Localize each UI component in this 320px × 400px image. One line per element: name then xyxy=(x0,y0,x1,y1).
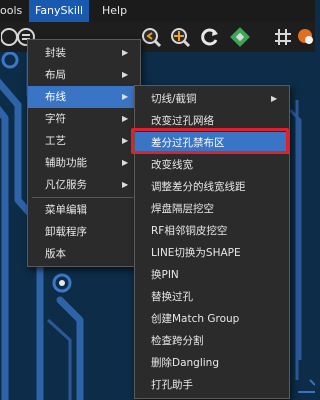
menu-item-process[interactable]: 工艺 ▶ xyxy=(28,130,140,152)
submenu-item-pad-layer-void[interactable]: 焊盘隔层挖空 xyxy=(135,198,289,220)
menu-item-label: 换PIN xyxy=(151,269,179,281)
submenu-item-rf-copper-void[interactable]: RF相邻铜皮挖空 xyxy=(135,220,289,242)
menu-item-label: 工艺 xyxy=(45,135,66,147)
menu-fanyskill[interactable]: FanySkill xyxy=(29,0,90,22)
menu-item-label: 辅助功能 xyxy=(45,157,87,169)
menu-item-label: 布局 xyxy=(45,69,66,81)
color-palette-icon[interactable] xyxy=(294,25,318,49)
submenu-item-replace-via[interactable]: 替换过孔 xyxy=(135,286,289,308)
menu-item-routing[interactable]: 布线 ▶ xyxy=(28,86,140,108)
zoom-fit-icon[interactable] xyxy=(168,25,192,49)
menu-item-label: 版本 xyxy=(45,248,66,260)
menu-item-placement[interactable]: 布局 ▶ xyxy=(28,64,140,86)
menu-item-label: 字符 xyxy=(45,113,66,125)
callout-highlight-box xyxy=(131,128,289,154)
menu-item-label: 菜单编辑 xyxy=(45,204,87,216)
submenu-item-cut-line[interactable]: 切线/截铜 ▶ xyxy=(135,88,289,110)
menu-item-label: RF相邻铜皮挖空 xyxy=(151,225,228,237)
menu-item-uninstall[interactable]: 卸载程序 xyxy=(28,221,140,243)
menu-item-footprint[interactable]: 封装 ▶ xyxy=(28,42,140,64)
menu-item-version[interactable]: 版本 xyxy=(28,243,140,265)
submenu-item-check-split[interactable]: 检查跨分割 xyxy=(135,330,289,352)
menu-bar: ools FanySkill Help xyxy=(0,0,315,23)
menu-item-label: 切线/截铜 xyxy=(151,93,197,105)
menu-tools[interactable]: ools xyxy=(0,0,28,22)
submenu-item-line-to-shape[interactable]: LINE切换为SHAPE xyxy=(135,242,289,264)
menu-item-label: 调整差分的线宽线距 xyxy=(151,181,246,193)
fanyskill-menu: 封装 ▶ 布局 ▶ 布线 ▶ 字符 ▶ 工艺 ▶ 辅助功能 ▶ 凡亿服务 ▶ 菜… xyxy=(27,39,141,267)
menu-item-label: 焊盘隔层挖空 xyxy=(151,203,214,215)
submenu-arrow-icon: ▶ xyxy=(122,48,129,57)
submenu-item-adjust-diff-width[interactable]: 调整差分的线宽线距 xyxy=(135,176,289,198)
menu-item-label: 创建Match Group xyxy=(151,313,240,325)
menu-item-auxiliary[interactable]: 辅助功能 ▶ xyxy=(28,152,140,174)
menu-item-fanyi-service[interactable]: 凡亿服务 ▶ xyxy=(28,174,140,196)
submenu-arrow-icon: ▶ xyxy=(122,70,129,79)
menu-help[interactable]: Help xyxy=(96,0,133,22)
zoom-previous-icon[interactable] xyxy=(139,25,163,49)
submenu-arrow-icon: ▶ xyxy=(122,180,129,189)
submenu-arrow-icon: ▶ xyxy=(271,94,278,103)
submenu-arrow-icon: ▶ xyxy=(122,136,129,145)
menu-item-label: 删除Dangling xyxy=(151,357,219,369)
menu-separator xyxy=(32,197,136,198)
menu-item-silkscreen[interactable]: 字符 ▶ xyxy=(28,108,140,130)
submenu-arrow-icon: ▶ xyxy=(122,92,129,101)
pcb-board-icon[interactable] xyxy=(228,25,252,49)
menu-item-label: 卸载程序 xyxy=(45,226,87,238)
submenu-arrow-icon: ▶ xyxy=(122,114,129,123)
submenu-item-delete-dangling[interactable]: 删除Dangling xyxy=(135,352,289,374)
menu-item-menu-edit[interactable]: 菜单编辑 xyxy=(28,199,140,221)
submenu-item-swap-pin[interactable]: 换PIN xyxy=(135,264,289,286)
submenu-item-via-helper[interactable]: 打孔助手 xyxy=(135,374,289,396)
menu-item-label: 布线 xyxy=(45,91,66,103)
menu-item-label: 封装 xyxy=(45,47,66,59)
grid-icon[interactable] xyxy=(271,25,295,49)
menu-item-label: 检查跨分割 xyxy=(151,335,204,347)
submenu-item-create-match-group[interactable]: 创建Match Group xyxy=(135,308,289,330)
submenu-item-change-width[interactable]: 改变线宽 xyxy=(135,154,289,176)
menu-item-label: 改变线宽 xyxy=(151,159,193,171)
refresh-icon[interactable] xyxy=(198,25,222,49)
menu-item-label: 凡亿服务 xyxy=(45,179,87,191)
menu-item-label: LINE切换为SHAPE xyxy=(151,247,241,259)
menu-item-label: 替换过孔 xyxy=(151,291,193,303)
submenu-arrow-icon: ▶ xyxy=(122,158,129,167)
menu-item-label: 打孔助手 xyxy=(151,379,193,391)
